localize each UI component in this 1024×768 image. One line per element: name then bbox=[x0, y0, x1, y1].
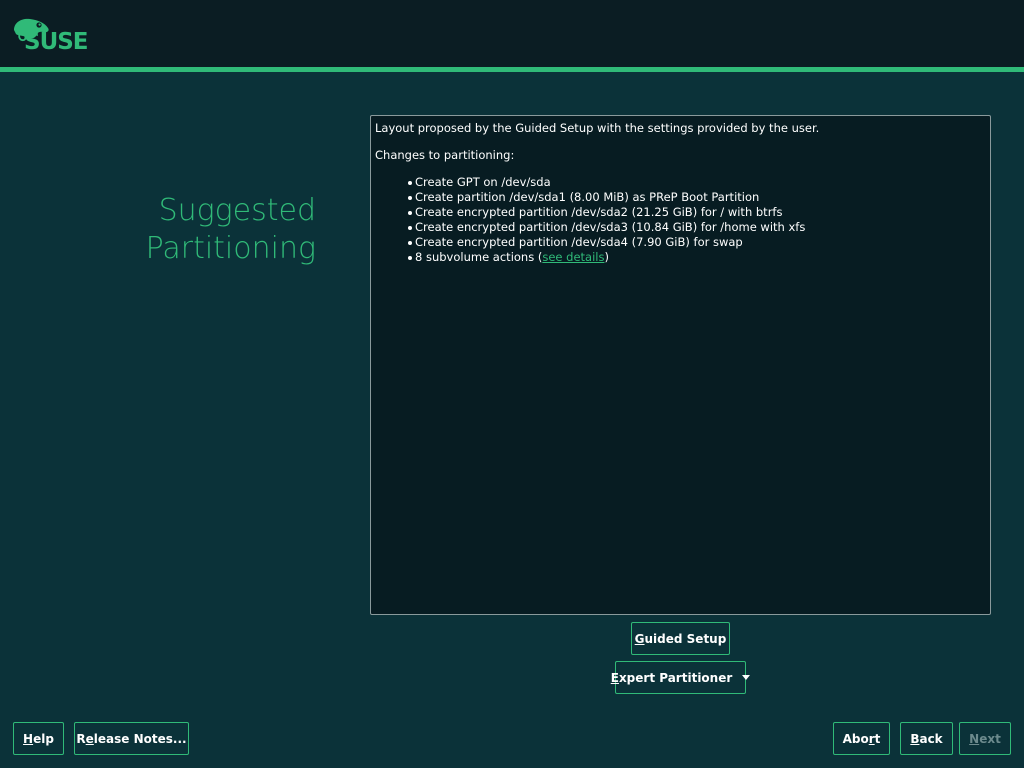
list-item-subvolume-actions: 8 subvolume actions (see details) bbox=[408, 250, 986, 265]
see-details-link[interactable]: see details bbox=[542, 250, 604, 264]
release-notes-button[interactable]: Re lease Notes... bbox=[74, 722, 189, 755]
next-button[interactable]: Next bbox=[959, 722, 1011, 755]
chevron-down-icon bbox=[742, 675, 751, 680]
help-button[interactable]: Help bbox=[13, 722, 64, 755]
guided-setup-button[interactable]: Guided Setup bbox=[631, 622, 730, 655]
abort-button[interactable]: Abo r t bbox=[833, 722, 890, 755]
list-item: Create GPT on /dev/sda bbox=[408, 175, 986, 190]
page-title-line-2: Partitioning bbox=[145, 231, 316, 266]
list-item: Create encrypted partition /dev/sda2 (21… bbox=[408, 205, 986, 220]
list-item: Create encrypted partition /dev/sda4 (7.… bbox=[408, 235, 986, 250]
list-item: Create partition /dev/sda1 (8.00 MiB) as… bbox=[408, 190, 986, 205]
list-item: Create encrypted partition /dev/sda3 (10… bbox=[408, 220, 986, 235]
partitioning-proposal-summary: Layout proposed by the Guided Setup with… bbox=[370, 115, 991, 615]
back-button[interactable]: Back bbox=[900, 722, 953, 755]
page-title: Suggested Partitioning bbox=[56, 192, 316, 268]
subvolume-actions-text: 8 subvolume actions ( bbox=[415, 250, 543, 264]
proposal-intro-text: Layout proposed by the Guided Setup with… bbox=[375, 121, 820, 135]
suse-logo-wordmark: SUSE bbox=[24, 29, 89, 55]
subvolume-actions-close: ) bbox=[604, 250, 609, 264]
header-accent-line bbox=[0, 67, 1024, 72]
top-header-bar: SUSE bbox=[0, 0, 1024, 67]
page-title-line-1: Suggested bbox=[158, 193, 316, 228]
changes-list: Create GPT on /dev/sda Create partition … bbox=[408, 175, 986, 265]
expert-partitioner-dropdown-button[interactable]: Expert Partitioner bbox=[611, 661, 751, 694]
changes-heading: Changes to partitioning: bbox=[375, 148, 515, 162]
